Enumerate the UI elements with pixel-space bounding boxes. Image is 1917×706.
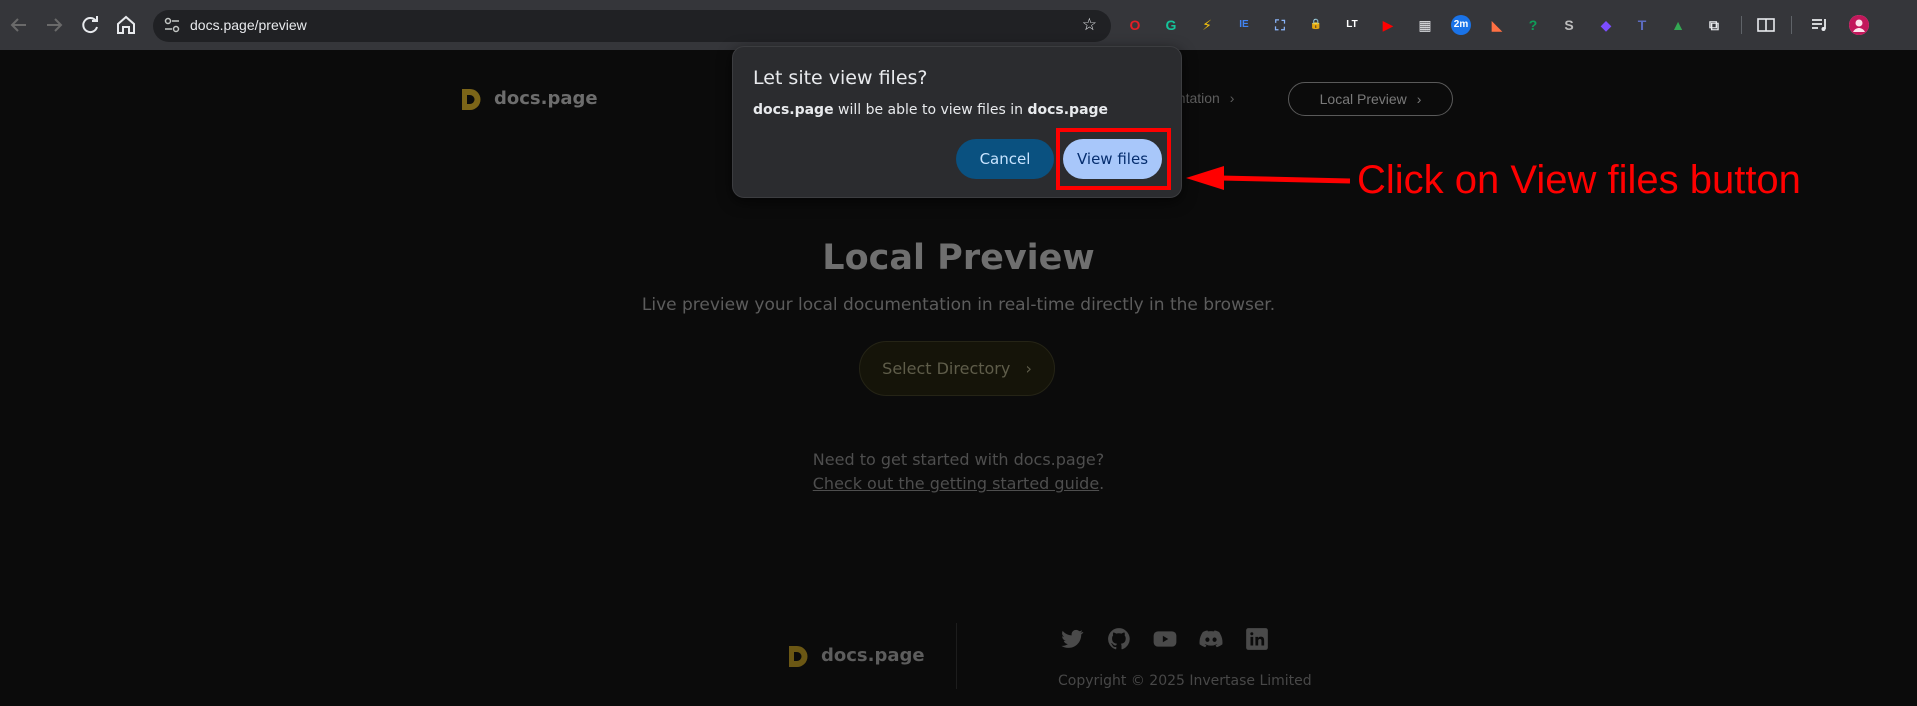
footer-divider <box>956 623 957 689</box>
local-preview-label: Local Preview <box>1319 91 1407 107</box>
annotation-text: Click on View files button <box>1357 158 1801 202</box>
address-bar[interactable]: docs.page/preview ☆ <box>153 10 1111 42</box>
home-icon[interactable] <box>114 13 138 37</box>
copyright-text: Copyright © 2025 Invertase Limited <box>1058 673 1312 689</box>
grammarly-icon[interactable]: G <box>1161 15 1181 35</box>
drop-icon[interactable]: ◆ <box>1596 15 1616 35</box>
reading-mode-icon[interactable] <box>1756 15 1776 35</box>
translate-icon[interactable]: IE <box>1234 15 1254 35</box>
toolbar-divider-2 <box>1791 16 1792 34</box>
opera-icon[interactable]: O <box>1125 15 1145 35</box>
logo-text[interactable]: docs.page <box>494 88 598 109</box>
dialog-message: docs.page will be able to view files in … <box>753 102 1108 118</box>
reload-icon[interactable] <box>78 13 102 37</box>
bolt-icon[interactable]: ⚡ <box>1197 15 1217 35</box>
dialog-title: Let site view files? <box>753 67 928 89</box>
lock-icon[interactable]: 🔒 <box>1306 15 1326 35</box>
screenshot-icon[interactable]: ⛶ <box>1270 15 1290 35</box>
youtube-icon[interactable] <box>1151 626 1177 652</box>
footer-logo-text[interactable]: docs.page <box>821 645 925 666</box>
profile-avatar-icon[interactable] <box>1849 15 1869 35</box>
arrow-left-icon[interactable] <box>7 13 31 37</box>
ext-s-icon[interactable]: S <box>1559 15 1579 35</box>
dialog-site-name: docs.page <box>753 102 834 118</box>
ext-t-icon[interactable]: T <box>1632 15 1652 35</box>
local-preview-nav-button[interactable]: Local Preview › <box>1288 82 1453 116</box>
select-directory-label: Select Directory <box>882 359 1011 378</box>
youtube-icon[interactable]: ▶ <box>1378 15 1398 35</box>
twitter-icon[interactable] <box>1059 626 1085 652</box>
bookmark-star-icon[interactable]: ☆ <box>1082 15 1097 35</box>
languagetool-icon[interactable]: LT <box>1342 15 1362 35</box>
browser-toolbar: docs.page/preview ☆ O G ⚡ IE ⛶ 🔒 LT ▶ ▦ 2m ◣? S ◆ T ▲ ⧉ <box>0 0 1917 50</box>
chevron-right-icon: › <box>1416 91 1422 107</box>
timer-icon[interactable]: 2m <box>1451 15 1471 35</box>
docs-page-logo-icon[interactable] <box>460 87 482 112</box>
getting-started-prompt: Need to get started with docs.page? <box>812 450 1105 469</box>
media-control-icon[interactable] <box>1810 15 1830 35</box>
discord-icon[interactable] <box>1197 626 1223 652</box>
select-directory-button[interactable]: Select Directory › <box>859 341 1055 396</box>
annotation-arrow-icon <box>1186 166 1350 190</box>
footer-logo-icon[interactable] <box>787 644 809 669</box>
linkedin-icon[interactable] <box>1244 626 1270 652</box>
chevron-right-icon: › <box>1025 359 1032 378</box>
getting-started-link[interactable]: Check out the getting started guide <box>813 474 1099 493</box>
page-subtitle: Live preview your local documentation in… <box>641 295 1276 315</box>
dialog-site-name-2: docs.page <box>1027 102 1109 118</box>
chevron-right-icon: › <box>1229 90 1235 106</box>
cancel-button[interactable]: Cancel <box>956 139 1054 179</box>
guide-suffix: . <box>1099 474 1105 493</box>
arrow-right-icon[interactable] <box>42 13 66 37</box>
url-text[interactable]: docs.page/preview <box>190 17 307 33</box>
tree-icon[interactable]: ▲ <box>1668 15 1688 35</box>
toolbar-divider <box>1741 16 1742 34</box>
highlight-box <box>1056 128 1171 190</box>
dialog-message-middle: will be able to view files in <box>833 102 1028 118</box>
page-title: Local Preview <box>822 238 1095 278</box>
site-info-icon[interactable] <box>163 16 181 37</box>
getting-started-line: Check out the getting started guide. <box>0 474 1917 493</box>
ext-orange-icon[interactable]: ◣ <box>1487 15 1507 35</box>
calendar-icon[interactable]: ▦ <box>1415 15 1435 35</box>
help-icon[interactable]: ? <box>1523 15 1543 35</box>
extensions-puzzle-icon[interactable]: ⧉ <box>1704 15 1724 35</box>
github-icon[interactable] <box>1106 626 1132 652</box>
